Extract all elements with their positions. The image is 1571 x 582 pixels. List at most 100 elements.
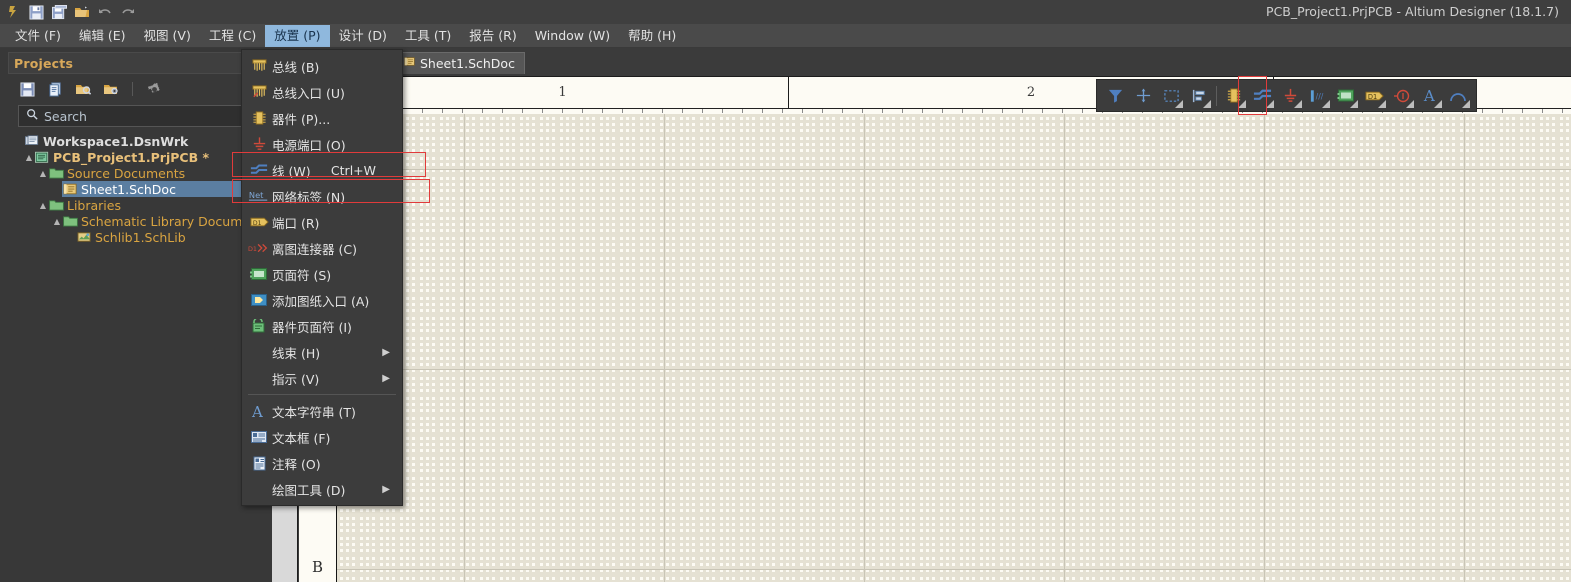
- save-all-icon[interactable]: [50, 3, 68, 21]
- menu-report[interactable]: 报告 (R): [460, 25, 525, 47]
- menu-view[interactable]: 视图 (V): [135, 25, 200, 47]
- place-wire-icon[interactable]: [1248, 81, 1276, 110]
- menu-item-label: 添加图纸入口 (A): [272, 293, 370, 309]
- dropdown-arrow-icon[interactable]: [1238, 100, 1246, 108]
- bus-entry-icon: [246, 82, 272, 102]
- menu-item-label: 网络标签 (N): [272, 189, 346, 205]
- place-part-icon[interactable]: [1220, 81, 1248, 110]
- dropdown-arrow-icon[interactable]: [1378, 100, 1386, 108]
- menu-item-text-frame[interactable]: 文本框 (F): [242, 424, 402, 450]
- menu-item-label: 指示 (V): [272, 371, 320, 387]
- tree-arrow-collapse[interactable]: ▲: [38, 169, 48, 178]
- menu-file[interactable]: 文件 (F): [6, 25, 70, 47]
- panel-title: Projects: [14, 55, 74, 71]
- open-folder-icon[interactable]: [73, 3, 91, 21]
- place-power-port-icon[interactable]: [1276, 81, 1304, 110]
- tab-label: Sheet1.SchDoc: [420, 56, 515, 71]
- dropdown-arrow-icon[interactable]: [1406, 100, 1414, 108]
- menu-design[interactable]: 设计 (D): [330, 25, 396, 47]
- menu-project[interactable]: 工程 (C): [200, 25, 265, 47]
- menu-item-bus[interactable]: 总线 (B): [242, 53, 402, 79]
- tree-item-workspace[interactable]: Workspace1.DsnWrk: [10, 133, 272, 149]
- menu-item-label: 离图连接器 (C): [272, 241, 357, 257]
- menu-item-label: 总线 (B): [272, 59, 320, 75]
- menu-item-wire[interactable]: 线 (W) Ctrl+W: [242, 157, 402, 183]
- grid-major-h: [337, 369, 1571, 370]
- menu-edit[interactable]: 编辑 (E): [70, 25, 135, 47]
- dropdown-arrow-icon[interactable]: [1175, 100, 1183, 108]
- dropdown-arrow-icon[interactable]: [1203, 100, 1211, 108]
- menu-item-sheet-symbol[interactable]: 页面符 (S): [242, 261, 402, 287]
- svg-text:D1: D1: [248, 244, 257, 252]
- tree-item-schematic-library-documents[interactable]: ▲ Schematic Library Documents: [10, 213, 272, 229]
- gear-icon[interactable]: [145, 80, 163, 98]
- menu-item-directives[interactable]: 指示 (V) ▶: [242, 365, 402, 391]
- menu-item-device-sheet-symbol[interactable]: 器件页面符 (I): [242, 313, 402, 339]
- place-net-label-icon[interactable]: ///: [1304, 81, 1332, 110]
- redo-icon[interactable]: [119, 3, 137, 21]
- tab-sheet1-schdoc[interactable]: Sheet1.SchDoc: [394, 52, 525, 74]
- menu-item-net-label[interactable]: Net 网络标签 (N): [242, 183, 402, 209]
- menu-item-power-port[interactable]: 电源端口 (O): [242, 131, 402, 157]
- menu-item-label: 注释 (O): [272, 456, 321, 472]
- search-input[interactable]: Search: [18, 105, 254, 127]
- dropdown-arrow-icon[interactable]: [1294, 100, 1302, 108]
- tree-item-project[interactable]: ▲ PCB_Project1.PrjPCB *: [10, 149, 272, 165]
- place-arc-icon[interactable]: [1444, 81, 1472, 110]
- dropdown-arrow-icon[interactable]: [1350, 100, 1358, 108]
- net-label-icon: Net: [246, 186, 272, 206]
- save-project-icon[interactable]: [18, 80, 36, 98]
- project-options-folder-icon[interactable]: [102, 80, 120, 98]
- menu-item-label: 总线入口 (U): [272, 85, 345, 101]
- menu-item-label: 电源端口 (O): [272, 137, 346, 153]
- altium-designer-window: PCB_Project1.PrjPCB - Altium Designer (1…: [0, 0, 1571, 582]
- menu-item-off-sheet-connector[interactable]: D1 离图连接器 (C): [242, 235, 402, 261]
- menu-item-port[interactable]: D1 端口 (R): [242, 209, 402, 235]
- schematic-canvas[interactable]: [337, 114, 1571, 582]
- menu-item-text-string[interactable]: A 文本字符串 (T): [242, 398, 402, 424]
- tree-arrow-collapse[interactable]: ▲: [38, 201, 48, 210]
- projects-panel: Projects ▼ Search: [0, 48, 273, 582]
- grid-major-v: [1464, 114, 1465, 582]
- menu-item-sheet-entry[interactable]: 添加图纸入口 (A): [242, 287, 402, 313]
- tree-item-source-documents[interactable]: ▲ Source Documents: [10, 165, 272, 181]
- dropdown-arrow-icon[interactable]: [1322, 100, 1330, 108]
- tree-item-sheet1-schdoc[interactable]: Sheet1.SchDoc: [10, 181, 272, 197]
- sheet-entry-icon: [246, 290, 272, 310]
- menu-window[interactable]: Window (W): [526, 25, 619, 47]
- dropdown-arrow-icon[interactable]: [1434, 100, 1442, 108]
- place-text-icon[interactable]: A: [1416, 81, 1444, 110]
- dropdown-arrow-icon[interactable]: [1462, 100, 1470, 108]
- menu-help[interactable]: 帮助 (H): [619, 25, 685, 47]
- undo-icon[interactable]: [96, 3, 114, 21]
- filter-icon[interactable]: [1101, 81, 1129, 110]
- select-area-icon[interactable]: [1157, 81, 1185, 110]
- menu-separator: [248, 394, 396, 395]
- menu-item-part[interactable]: 器件 (P)...: [242, 105, 402, 131]
- place-no-erc-icon[interactable]: [1388, 81, 1416, 110]
- align-icon[interactable]: [1185, 81, 1213, 110]
- grid-major-v: [1064, 114, 1065, 582]
- crosshair-icon[interactable]: [1129, 81, 1157, 110]
- menu-tools[interactable]: 工具 (T): [396, 25, 460, 47]
- open-project-icon[interactable]: [74, 80, 92, 98]
- submenu-arrow-icon: ▶: [382, 346, 390, 358]
- altium-logo-icon[interactable]: [4, 3, 22, 21]
- compile-document-icon[interactable]: [46, 80, 64, 98]
- dropdown-arrow-icon[interactable]: [1266, 100, 1274, 108]
- tree-item-schlib1-schlib[interactable]: Schlib1.SchLib: [10, 229, 272, 245]
- menu-item-drawing-tools[interactable]: 绘图工具 (D) ▶: [242, 476, 402, 502]
- menu-item-bus-entry[interactable]: 总线入口 (U): [242, 79, 402, 105]
- projects-panel-toolbar: [10, 76, 264, 102]
- menu-item-harness[interactable]: 线束 (H) ▶: [242, 339, 402, 365]
- tree-arrow-collapse[interactable]: ▲: [52, 217, 62, 226]
- ruler-cell-b: B: [311, 558, 324, 576]
- place-sheet-symbol-icon[interactable]: [1332, 81, 1360, 110]
- menu-item-note[interactable]: 注释 (O): [242, 450, 402, 476]
- place-port-icon[interactable]: D1: [1360, 81, 1388, 110]
- submenu-arrow-icon: ▶: [382, 372, 390, 384]
- save-icon[interactable]: [27, 3, 45, 21]
- tree-arrow-collapse[interactable]: ▲: [24, 153, 34, 162]
- tree-item-libraries[interactable]: ▲ Libraries: [10, 197, 272, 213]
- menu-place[interactable]: 放置 (P): [265, 24, 330, 47]
